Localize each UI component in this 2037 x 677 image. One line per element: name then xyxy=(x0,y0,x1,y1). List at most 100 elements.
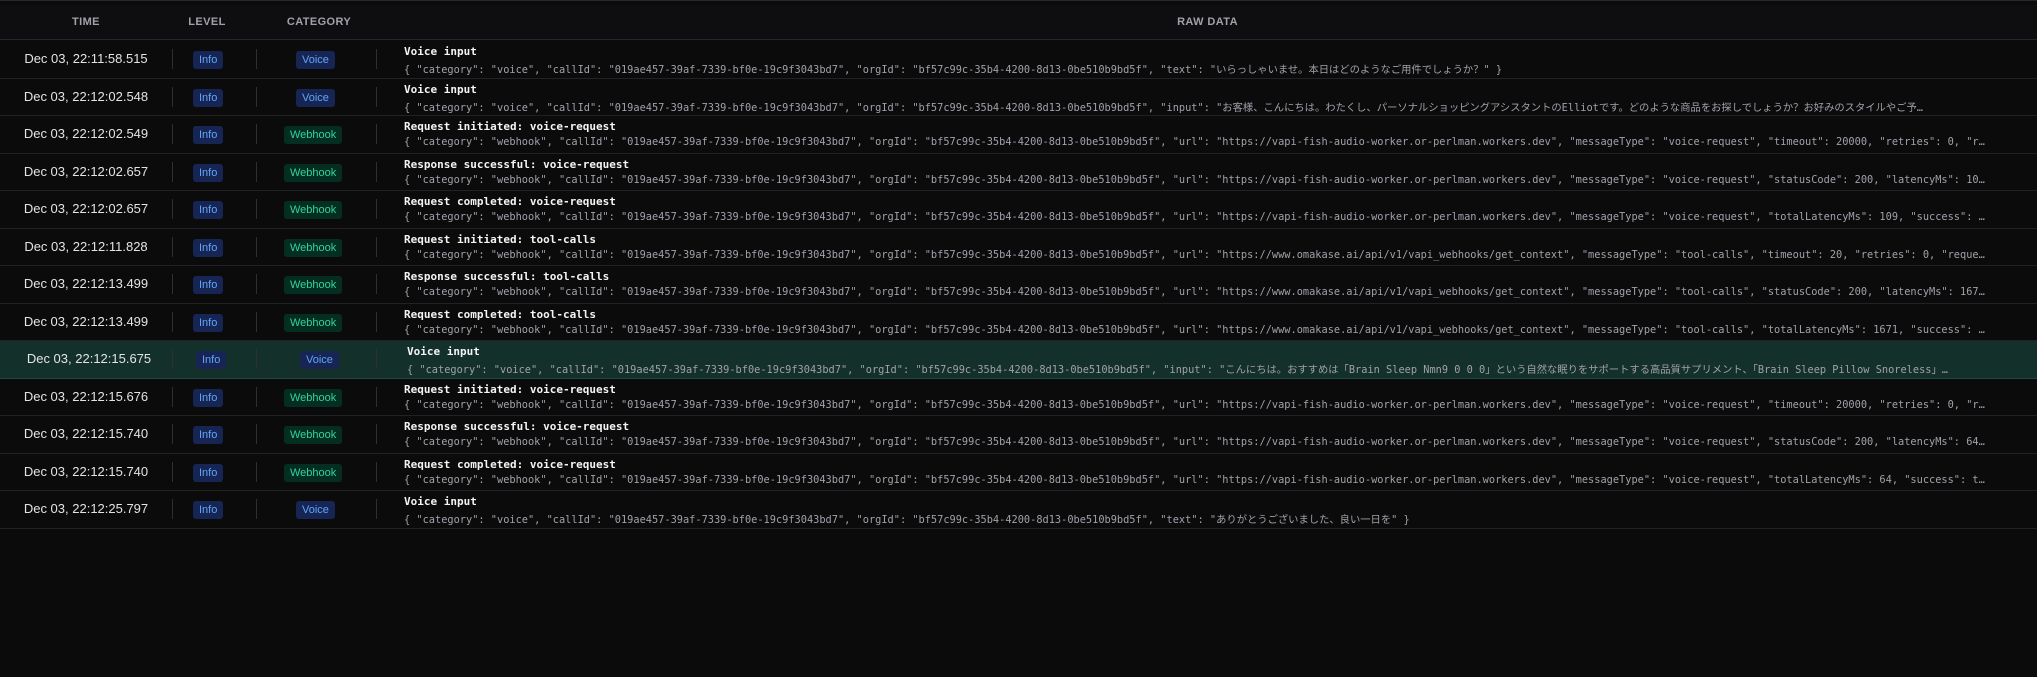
column-header-level[interactable]: LEVEL xyxy=(172,5,242,39)
table-row[interactable]: Dec 03, 22:12:02.548 Info Voice Voice input… xyxy=(0,78,2037,116)
level-badge: Info xyxy=(193,501,224,520)
table-row[interactable]: Dec 03, 22:12:13.499 Info Webhook Request c… xyxy=(0,303,2037,341)
table-row[interactable]: Dec 03, 22:12:25.797 Info Voice Voice input… xyxy=(0,491,2037,529)
row-time: Dec 03, 22:12:13.499 xyxy=(23,313,149,329)
level-badge: Info xyxy=(193,313,224,332)
column-separator xyxy=(376,424,377,445)
category-badge: Voice xyxy=(300,351,339,370)
category-badge: Webhook xyxy=(284,426,343,445)
row-category-cell: Voice xyxy=(256,491,376,539)
row-time: Dec 03, 22:12:15.740 xyxy=(23,426,149,441)
table-row[interactable]: Dec 03, 22:12:13.499 Info Webhook Response … xyxy=(0,266,2037,304)
table-row[interactable]: Dec 03, 22:12:02.549 Info Webhook Request i… xyxy=(0,116,2037,154)
row-time: Dec 03, 22:12:13.499 xyxy=(23,276,149,291)
row-raw-json: { "category": "webhook", "callId": "019a… xyxy=(404,136,1989,148)
column-separator xyxy=(376,311,377,332)
row-level-cell: Info xyxy=(172,491,248,539)
level-badge: Info xyxy=(193,276,224,295)
level-badge: Info xyxy=(193,201,224,220)
category-badge: Voice xyxy=(296,88,335,107)
row-raw-json: { "category": "webhook", "callId": "019a… xyxy=(404,473,1989,486)
row-time: Dec 03, 22:12:02.548 xyxy=(23,88,149,104)
category-badge: Webhook xyxy=(284,201,343,220)
table-row[interactable]: Dec 03, 22:12:15.740 Info Webhook Response … xyxy=(0,416,2037,454)
column-separator xyxy=(376,461,377,482)
row-time: Dec 03, 22:12:15.740 xyxy=(23,463,149,479)
column-separator xyxy=(376,386,377,407)
category-badge: Webhook xyxy=(284,276,343,295)
row-raw-json: { "category": "voice", "callId": "019ae4… xyxy=(407,364,1948,376)
category-badge: Webhook xyxy=(284,463,343,482)
row-message: Request initiated: tool-calls xyxy=(404,232,597,246)
level-badge: Info xyxy=(193,126,224,145)
column-separator xyxy=(376,199,377,220)
row-message: Response successful: tool-calls xyxy=(404,270,610,283)
table-row[interactable]: Dec 03, 22:12:02.657 Info Webhook Request c… xyxy=(0,191,2037,229)
level-badge: Info xyxy=(193,426,224,445)
row-message: Request initiated: voice-request xyxy=(404,382,616,396)
level-badge: Info xyxy=(196,351,227,370)
column-header-category[interactable]: CATEGORY xyxy=(260,5,378,39)
row-raw-json: { "category": "voice", "callId": "019ae4… xyxy=(404,514,1410,526)
row-time: Dec 03, 22:12:11.828 xyxy=(24,238,148,254)
table-row[interactable]: Dec 03, 22:12:02.657 Info Webhook Response … xyxy=(0,153,2037,191)
row-time: Dec 03, 22:12:02.549 xyxy=(23,126,149,141)
row-raw-json: { "category": "webhook", "callId": "019a… xyxy=(404,323,1989,336)
table-row[interactable]: Dec 03, 22:11:58.515 Info Voice Voice input… xyxy=(0,41,2037,79)
column-separator xyxy=(256,349,257,370)
row-raw-json: { "category": "voice", "callId": "019ae4… xyxy=(404,64,1503,76)
row-message: Response successful: voice-request xyxy=(404,420,630,433)
category-badge: Webhook xyxy=(284,126,343,145)
table-header: TIME LEVEL CATEGORY RAW DATA xyxy=(0,5,2037,40)
row-message: Voice input xyxy=(407,345,480,358)
table-row[interactable]: Dec 03, 22:12:15.740 Info Webhook Request c… xyxy=(0,453,2037,491)
row-time: Dec 03, 22:12:15.676 xyxy=(23,388,149,404)
category-badge: Webhook xyxy=(284,313,343,332)
row-message: Voice input xyxy=(404,495,477,508)
row-raw-json: { "category": "webhook", "callId": "019a… xyxy=(404,173,1989,186)
row-raw-json: { "category": "voice", "callId": "019ae4… xyxy=(404,101,1923,114)
category-badge: Voice xyxy=(296,501,335,520)
row-time: Dec 03, 22:12:02.657 xyxy=(23,163,149,179)
level-badge: Info xyxy=(193,388,224,407)
level-badge: Info xyxy=(193,238,224,257)
category-badge: Webhook xyxy=(284,163,343,182)
row-time: Dec 03, 22:11:58.515 xyxy=(24,51,148,66)
level-badge: Info xyxy=(193,463,224,482)
column-separator xyxy=(376,349,377,370)
category-badge: Voice xyxy=(296,51,335,70)
logs-table: TIME LEVEL CATEGORY RAW DATA Dec 03, 22:… xyxy=(0,0,2037,677)
column-header-time[interactable]: TIME xyxy=(0,5,172,39)
row-message: Request initiated: voice-request xyxy=(404,120,616,133)
row-time: Dec 03, 22:12:25.797 xyxy=(23,501,149,516)
row-message: Voice input xyxy=(404,45,477,58)
column-header-raw-data[interactable]: RAW DATA xyxy=(378,5,2037,39)
row-message: Request completed: tool-calls xyxy=(404,307,597,321)
table-row[interactable]: Dec 03, 22:12:15.675 Info Voice Voice input… xyxy=(0,341,2037,379)
level-badge: Info xyxy=(193,51,224,70)
row-raw-json: { "category": "webhook", "callId": "019a… xyxy=(404,398,1989,411)
column-separator xyxy=(376,274,377,295)
row-time: Dec 03, 22:12:02.657 xyxy=(23,201,149,216)
column-separator xyxy=(172,349,173,370)
table-row[interactable]: Dec 03, 22:12:11.828 Info Webhook Request i… xyxy=(0,228,2037,266)
column-separator xyxy=(376,49,377,70)
row-raw-json: { "category": "webhook", "callId": "019a… xyxy=(404,436,1989,448)
column-separator xyxy=(376,236,377,257)
row-message: Voice input xyxy=(404,82,477,96)
row-raw-json: { "category": "webhook", "callId": "019a… xyxy=(404,286,1989,298)
row-message: Request completed: voice-request xyxy=(404,195,616,208)
table-row[interactable]: Dec 03, 22:12:15.676 Info Webhook Request i… xyxy=(0,378,2037,416)
column-separator xyxy=(376,161,377,182)
row-message: Request completed: voice-request xyxy=(404,457,616,471)
column-separator xyxy=(376,86,377,107)
column-separator xyxy=(376,499,377,520)
level-badge: Info xyxy=(193,88,224,107)
row-raw-data-cell: Voice input { "category": "voice", "callI… xyxy=(404,491,2024,539)
category-badge: Webhook xyxy=(284,238,343,257)
category-badge: Webhook xyxy=(284,388,343,407)
level-badge: Info xyxy=(193,163,224,182)
row-message: Response successful: voice-request xyxy=(404,157,630,171)
row-raw-json: { "category": "webhook", "callId": "019a… xyxy=(404,248,1989,261)
row-time: Dec 03, 22:12:15.675 xyxy=(26,351,152,366)
